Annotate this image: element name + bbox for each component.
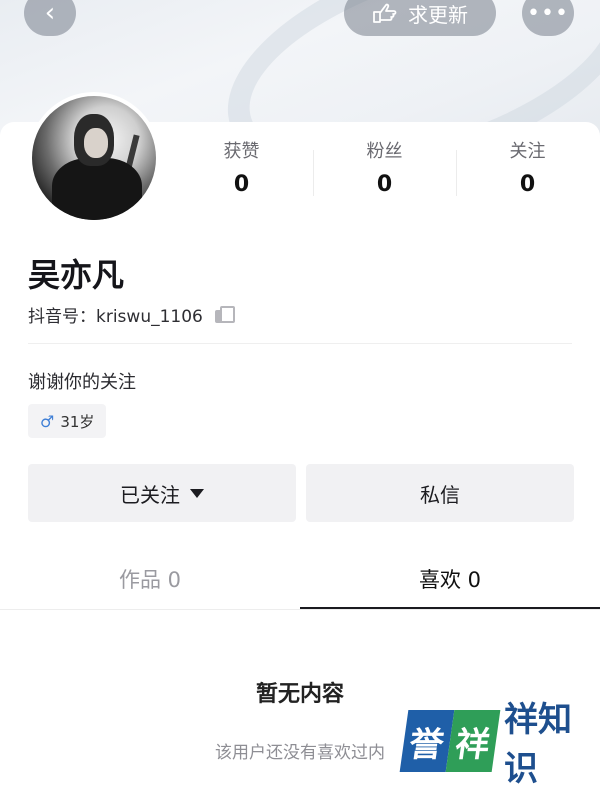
stat-label: 粉丝 <box>366 141 403 162</box>
male-icon: ♂ <box>40 411 55 431</box>
request-update-label: 求更新 <box>408 2 468 27</box>
pointing-hand-icon <box>373 3 397 23</box>
stat-value: 0 <box>376 172 393 197</box>
avatar-image <box>32 96 156 220</box>
stat-following[interactable]: 关注 0 <box>456 138 599 208</box>
message-button[interactable]: 私信 <box>306 464 574 522</box>
copy-icon[interactable] <box>214 305 235 324</box>
profile-name: 吴亦凡 <box>28 256 125 294</box>
message-label: 私信 <box>420 482 460 507</box>
age-tag: ♂ 31岁 <box>28 404 107 438</box>
divider <box>28 343 572 344</box>
douyin-id: 抖音号：kriswu_1106 <box>28 302 235 327</box>
stat-followers[interactable]: 粉丝 0 <box>313 138 456 208</box>
watermark-logo: 誉 祥 祥知识 <box>399 692 600 788</box>
watermark-part: 祥 <box>445 710 501 772</box>
back-button[interactable]: ‹ <box>24 0 76 36</box>
stat-value: 0 <box>233 172 250 197</box>
stat-likes[interactable]: 获赞 0 <box>170 138 313 208</box>
avatar[interactable] <box>28 92 160 224</box>
watermark-text: 祥知识 <box>502 692 600 788</box>
followed-label: 已关注 <box>120 482 180 507</box>
more-icon: ••• <box>527 0 569 26</box>
tab-likes[interactable]: 喜欢 0 <box>300 548 600 610</box>
profile-bio: 谢谢你的关注 <box>28 372 136 393</box>
followed-button[interactable]: 已关注 <box>28 464 296 522</box>
stat-label: 获赞 <box>223 141 260 162</box>
content-tabs: 作品 0 喜欢 0 <box>0 548 600 610</box>
caret-down-icon <box>190 488 204 498</box>
tabs-divider <box>0 609 600 610</box>
stat-value: 0 <box>519 172 536 197</box>
profile-stats: 获赞 0 粉丝 0 关注 0 <box>170 138 600 208</box>
age-label: 31岁 <box>60 412 95 431</box>
tab-works[interactable]: 作品 0 <box>0 548 300 610</box>
stat-label: 关注 <box>509 141 546 162</box>
douyin-id-text: 抖音号：kriswu_1106 <box>28 307 203 327</box>
request-update-button[interactable]: 求更新 <box>344 0 496 36</box>
chevron-left-icon: ‹ <box>44 0 56 28</box>
